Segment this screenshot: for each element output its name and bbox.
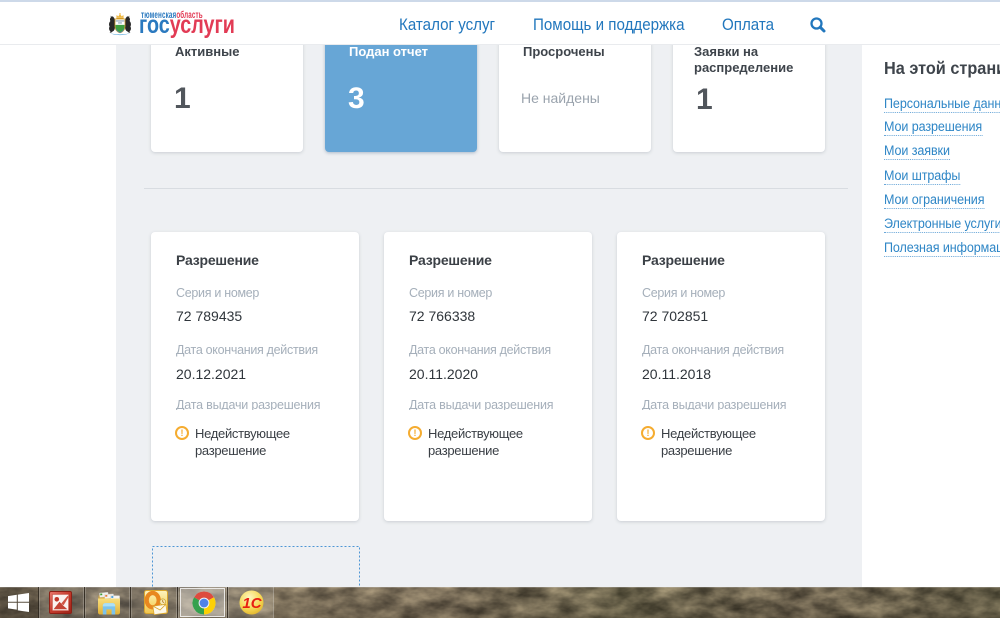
svg-text:1С: 1С: [242, 595, 262, 612]
